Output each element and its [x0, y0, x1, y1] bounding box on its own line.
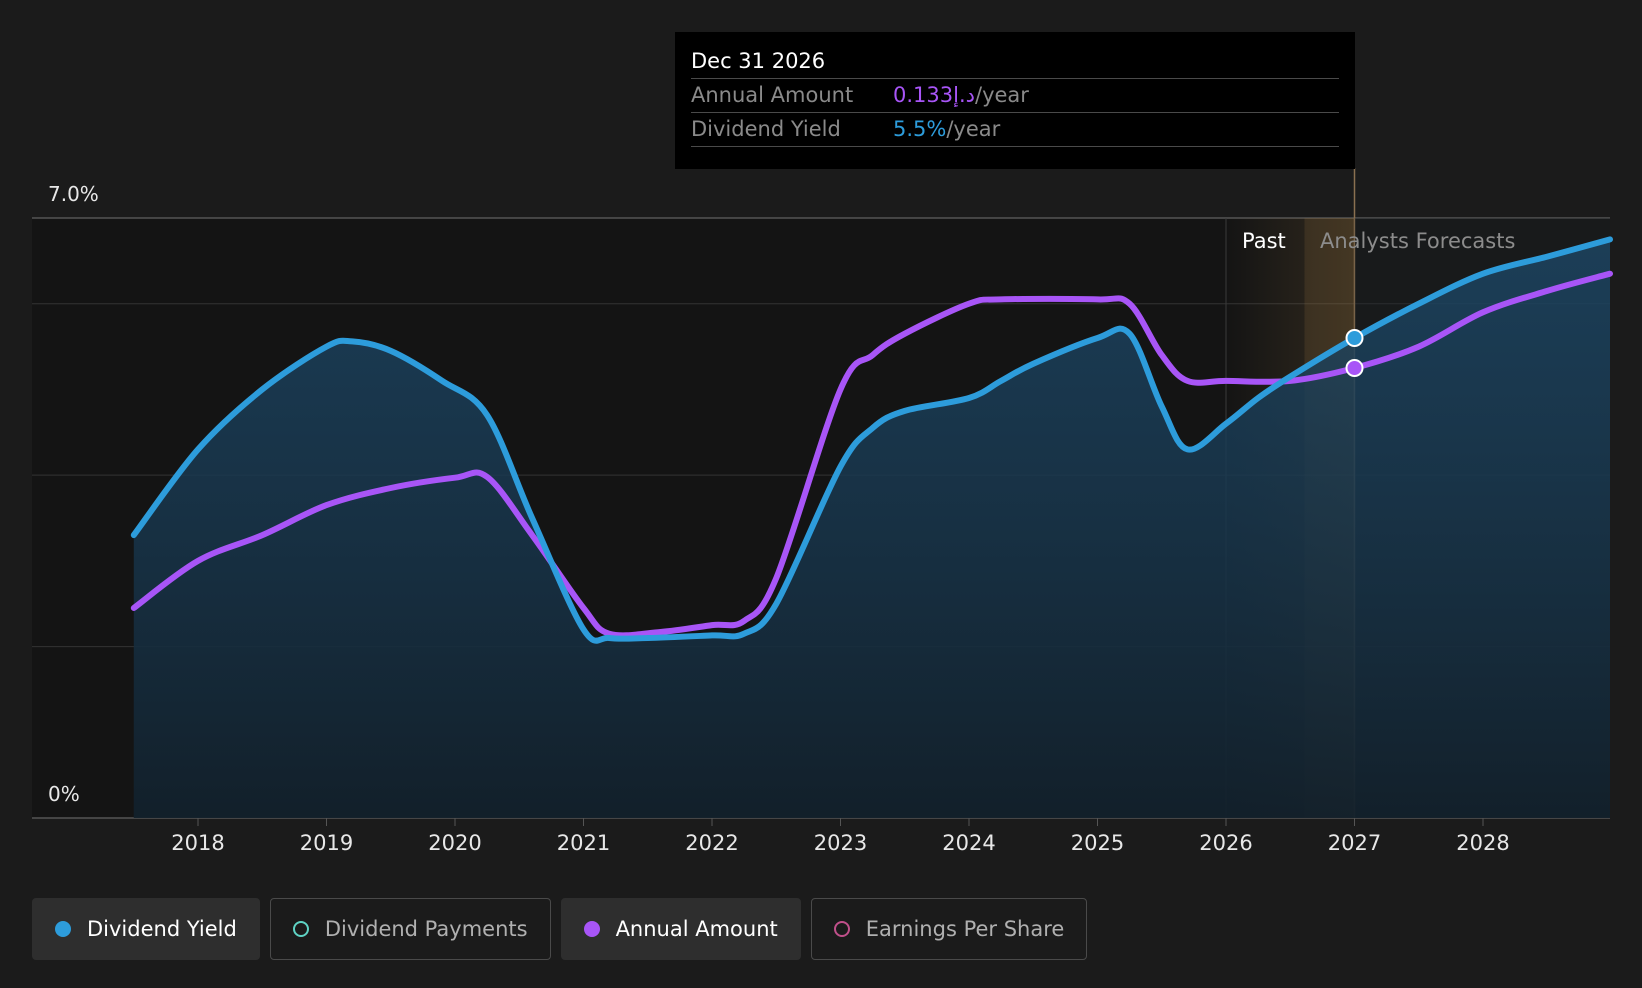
x-tick-label: 2027	[1328, 831, 1381, 855]
chart-legend: Dividend Yield Dividend Payments Annual …	[32, 898, 1088, 960]
x-tick-label: 2025	[1071, 831, 1124, 855]
legend-label: Dividend Yield	[87, 917, 237, 941]
tooltip-label: Annual Amount	[691, 83, 854, 107]
legend-earnings-per-share[interactable]: Earnings Per Share	[810, 898, 1088, 960]
y-axis-bottom-label: 0%	[48, 782, 80, 806]
circle-icon	[583, 921, 600, 937]
x-tick-label: 2024	[942, 831, 995, 855]
tooltip-row-dividend-yield: Dividend Yield 5.5%/year	[691, 112, 1339, 147]
x-tick-label: 2019	[300, 831, 353, 855]
x-tick-label: 2021	[557, 831, 610, 855]
x-tick-label: 2022	[685, 831, 738, 855]
circle-outline-icon	[292, 921, 309, 937]
tooltip-value: 5.5%	[893, 117, 947, 141]
y-axis-top-label: 7.0%	[48, 182, 99, 206]
tooltip-unit: /year	[946, 117, 1001, 141]
x-axis-ticks: 2018 2019 2020 2021 2022 2023 2024 2025 2026 2027…	[171, 818, 1510, 855]
legend-label: Earnings Per Share	[865, 917, 1065, 941]
circle-outline-icon	[833, 921, 850, 937]
x-tick-label: 2028	[1456, 831, 1509, 855]
past-label: Past	[1242, 229, 1286, 253]
forecast-label: Analysts Forecasts	[1320, 229, 1516, 253]
tooltip-row-annual-amount: Annual Amount 0.133د.إ/year	[691, 78, 1339, 112]
x-tick-label: 2023	[814, 831, 867, 855]
tooltip-label: Dividend Yield	[691, 117, 841, 141]
x-tick-label: 2018	[171, 831, 224, 855]
legend-annual-amount[interactable]: Annual Amount	[560, 898, 801, 960]
circle-icon	[55, 921, 71, 937]
legend-dividend-yield[interactable]: Dividend Yield	[32, 898, 260, 960]
legend-label: Annual Amount	[615, 917, 778, 941]
tooltip-unit: /year	[975, 83, 1029, 107]
hover-tooltip: Dec 31 2026 Annual Amount 0.133د.إ/year D…	[675, 32, 1355, 169]
dividend-yield-marker	[1345, 329, 1364, 347]
tooltip-date: Dec 31 2026	[691, 49, 826, 73]
tooltip-value: 0.133د.إ	[893, 83, 975, 107]
legend-label: Dividend Payments	[324, 917, 528, 941]
legend-dividend-payments[interactable]: Dividend Payments	[269, 898, 551, 960]
x-tick-label: 2020	[428, 831, 481, 855]
x-tick-label: 2026	[1199, 831, 1252, 855]
annual-amount-marker	[1345, 359, 1364, 377]
